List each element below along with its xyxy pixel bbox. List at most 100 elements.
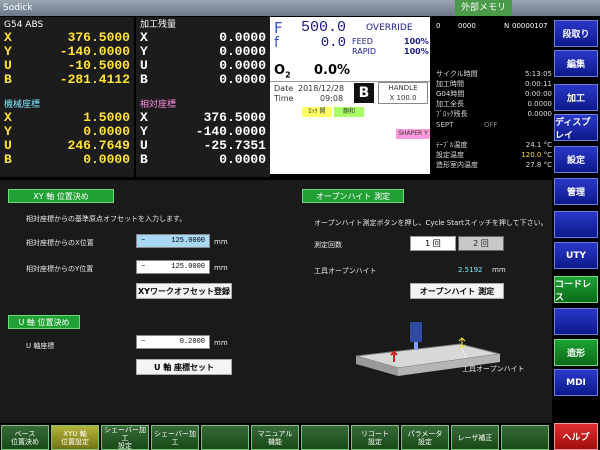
n-value: 00000107 [512,22,548,30]
u-coord-set-button[interactable]: U 軸 座標セット [136,359,232,375]
side-menu-button[interactable]: ヘルプ [554,423,598,450]
function-key[interactable]: XYU 軸 位置設定 [51,425,99,450]
side-menu-button[interactable]: 加工 [554,84,598,111]
u-coord-label: U 軸座標 [26,342,55,350]
side-menu-button[interactable]: 編集 [554,50,598,77]
stat-label: サイクル時間 [436,70,478,78]
temp-unit: °C [543,161,552,169]
xy-positioning-tab[interactable]: XY 軸 位置決め [8,189,114,203]
stat-value: 0.0000 [527,100,553,108]
rapid-override-label: RAPID [352,47,377,56]
y-position-input[interactable]: − 125.0000 [136,260,210,274]
side-menu-button[interactable]: 段取り [554,20,598,47]
axis-label: B [4,72,12,87]
axis-label: X [140,110,148,125]
coord-row: Y 0.0000 [4,125,130,139]
y-position-label: 相対座標からのY位置 [26,265,94,273]
count-option-2[interactable]: 2 回 [458,236,504,251]
temp-row: ﾃｰﾌﾞﾙ温度 24.1 °C [436,140,552,150]
temp-label: 造形室内温度 [436,161,478,169]
x-sign: − [141,237,146,245]
coord-row: B 0.0000 [4,153,130,167]
function-key[interactable]: ベース 位置決め [1,425,49,450]
side-menu-button[interactable] [554,211,598,238]
open-height-measure-button[interactable]: オープンハイト 測定 [410,283,504,299]
axis-label: X [4,110,12,125]
function-key[interactable]: シェーバー加工 [151,425,199,450]
function-key[interactable] [301,425,349,450]
x-unit: mm [214,238,228,246]
coord-row: B 0.0000 [140,73,266,87]
function-key-bar: ベース 位置決め XYU 軸 位置設定 シェーバー加工 設定 シェーバー加工 マニュアル… [0,425,552,450]
y-sign: − [141,263,146,271]
app-title: Sodick [3,3,33,13]
counter-1: 0 [436,22,441,30]
axis-label: U [4,58,12,73]
axis-value: -10.5000 [67,58,130,73]
coord-row: X 1.5000 [4,111,130,125]
coord-row: X 376.5000 [140,111,266,125]
handle-value: X 100.0 [389,94,417,102]
stat-row: 加工全長 0.0000 [436,99,552,109]
temp-unit: °C [543,151,552,159]
axis-value: 0.0000 [219,44,266,59]
stat-row: サイクル時間 5:13:05 [436,69,552,79]
tool-open-height-label: 工具オープンハイト [314,267,377,275]
side-menu-button[interactable]: UTY [554,242,598,269]
axis-value: 0.0000 [219,30,266,45]
count-option-1[interactable]: 1 回 [410,236,456,251]
axis-value: 0.0000 [219,72,266,87]
u-coord-input[interactable]: − 0.2000 [136,335,210,349]
external-memory-label[interactable]: 外部メモリ [455,0,513,16]
axis-value: 0.0000 [219,152,266,167]
axis-label: X [4,30,12,45]
u-positioning-tab[interactable]: U 軸 位置決め [8,315,80,329]
coord-row: X 0.0000 [140,31,266,45]
function-key[interactable]: リコート 設定 [351,425,399,450]
coord-row: U -25.7351 [140,139,266,153]
time-value: 09:08 [320,94,344,103]
relative-coords-panel: 相対座標 X 376.5000 Y -140.0000 U -25.7351 B 0.0000 [136,97,270,177]
axis-value: 0.0000 [83,124,130,139]
side-menu-button[interactable]: 管理 [554,178,598,205]
side-menu-button[interactable]: MDI [554,369,598,396]
function-key[interactable]: レーザ補正 [451,425,499,450]
x-value: 125.0000 [171,237,205,245]
sept-label: SEPT [436,121,454,129]
n-label: N [504,22,510,30]
measure-count-label: 測定回数 [314,241,342,249]
coord-row: X 376.5000 [4,31,130,45]
date-value: 2018/12/28 [298,84,345,93]
rapid-override-pct: 100% [404,47,429,56]
tool-open-height-value: 2.5192 [458,266,483,274]
axis-value: 0.0000 [83,152,130,167]
tool-tip [414,342,418,350]
temp-row: 設定温度 120.0 °C [436,150,552,160]
function-key[interactable]: パラメータ 設定 [401,425,449,450]
date-label: Date [274,84,294,93]
u-sign: − [141,338,146,346]
axis-label: Y [4,124,12,139]
function-key[interactable]: シェーバー加工 設定 [101,425,149,450]
function-key[interactable] [201,425,249,450]
side-menu-button[interactable]: 造形 [554,339,598,366]
xy-work-offset-register-button[interactable]: XYワークオフセット登録 [136,283,232,299]
temp-label: ﾃｰﾌﾞﾙ温度 [436,141,468,149]
stat-row: G04時間 0:00:00 [436,89,552,99]
x-position-input[interactable]: − 125.0000 [136,234,210,248]
function-key[interactable]: マニュアル 機能 [251,425,299,450]
machine-coords-panel: 機械座標 X 1.5000 Y 0.0000 U 246.7649 B 0.0000 [0,97,134,177]
axis-label: Y [140,124,148,139]
f-label: f [274,35,279,51]
open-height-tab[interactable]: オープンハイト 測定 [302,189,404,203]
side-menu-button[interactable]: ディスプレイ [554,114,598,141]
axis-value: 246.7649 [67,138,130,153]
side-menu-button[interactable]: コードレス [554,276,598,303]
tool-open-height-unit: mm [492,266,506,274]
stat-value: 0:00:11 [525,80,552,88]
feed-panel: F 500.0 OVERRIDE f 0.0 FEED 100% RAPID 1… [270,17,430,174]
diagram-label: 工具オープンハイト [462,365,525,373]
side-menu-button[interactable] [554,308,598,335]
side-menu-button[interactable]: 設定 [554,146,598,173]
function-key[interactable] [501,425,549,450]
